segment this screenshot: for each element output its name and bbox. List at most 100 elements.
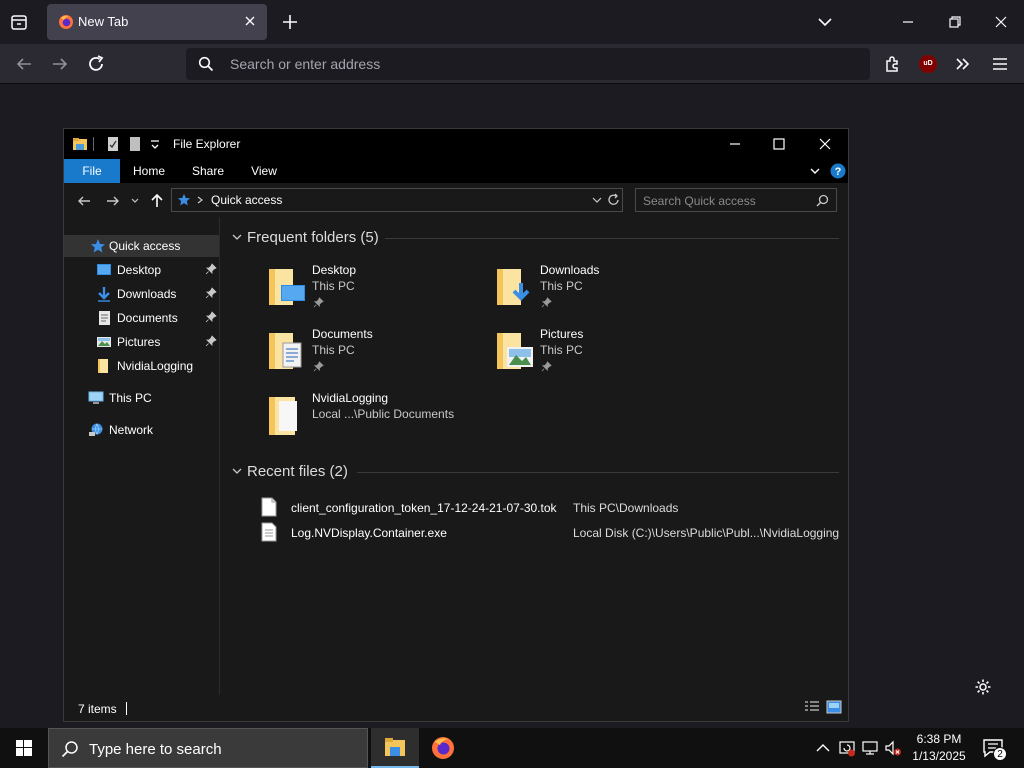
- address-bar-row: Quick access: [64, 183, 848, 217]
- file-explorer-window: File Explorer File Home Share View ? Qui…: [63, 128, 849, 722]
- forward-icon[interactable]: [106, 194, 120, 208]
- nav-item-quick-access[interactable]: Quick access: [64, 235, 219, 257]
- breadcrumb-chevron-icon[interactable]: [196, 196, 204, 204]
- documents-folder-icon: [269, 333, 302, 369]
- folder-tile-desktop[interactable]: Desktop This PC: [267, 263, 487, 319]
- folder-tile-pictures[interactable]: Pictures This PC: [495, 327, 715, 383]
- chevron-down-icon[interactable]: [816, 14, 834, 30]
- new-folder-icon[interactable]: [127, 136, 143, 152]
- clock-time: 6:38 PM: [916, 732, 962, 746]
- windows-start-icon[interactable]: [0, 728, 48, 768]
- search-box[interactable]: [635, 188, 837, 212]
- taskbar-file-explorer[interactable]: [371, 728, 419, 768]
- address-dropdown-icon[interactable]: [592, 195, 602, 205]
- tab-overview-icon[interactable]: [10, 13, 28, 31]
- url-input[interactable]: [230, 54, 830, 74]
- ublock-origin-icon[interactable]: uD: [919, 55, 937, 73]
- reload-icon[interactable]: [84, 52, 108, 76]
- up-arrow-icon[interactable]: [150, 194, 164, 208]
- chevron-up-icon[interactable]: [814, 739, 832, 757]
- forward-icon[interactable]: [48, 52, 72, 76]
- folder-icon: [98, 359, 108, 373]
- customize-toolbar-icon[interactable]: [147, 136, 163, 152]
- recent-locations-icon[interactable]: [130, 194, 140, 208]
- frequent-folders-header[interactable]: Frequent folders (5): [231, 229, 379, 246]
- pin-icon[interactable]: [205, 335, 217, 347]
- nav-item-this-pc[interactable]: This PC: [64, 387, 219, 409]
- star-icon: [178, 194, 190, 206]
- folder-tile-downloads[interactable]: Downloads This PC: [495, 263, 715, 319]
- pin-icon[interactable]: [205, 311, 217, 323]
- recent-file-row[interactable]: Log.NVDisplay.Container.exe Local Disk (…: [257, 522, 847, 544]
- firefox-icon: [59, 15, 73, 29]
- nav-label: Quick access: [109, 239, 181, 253]
- nav-item-pictures[interactable]: Pictures: [64, 331, 219, 353]
- download-arrow-icon: [98, 287, 110, 302]
- taskbar: Type here to search 6:38 PM 1/13/2025 2: [0, 728, 1024, 768]
- properties-icon[interactable]: [105, 136, 121, 152]
- back-icon[interactable]: [77, 194, 91, 208]
- tab-new-tab[interactable]: New Tab: [47, 4, 267, 40]
- nav-item-network[interactable]: Network: [64, 419, 219, 441]
- firefox-icon: [432, 737, 454, 759]
- restore-icon[interactable]: [945, 12, 965, 32]
- pin-icon[interactable]: [205, 263, 217, 275]
- refresh-icon[interactable]: [607, 193, 620, 207]
- nav-item-documents[interactable]: Documents: [64, 307, 219, 329]
- nav-item-downloads[interactable]: Downloads: [64, 283, 219, 305]
- tab-title: New Tab: [78, 14, 129, 29]
- tab-view[interactable]: View: [240, 159, 288, 183]
- group-title: Recent files (2): [247, 463, 348, 480]
- browser-tab-bar: New Tab: [0, 0, 1024, 44]
- overflow-menu-icon[interactable]: [951, 52, 975, 76]
- large-icons-view-icon[interactable]: [826, 700, 842, 714]
- folder-tile-nvidialogging[interactable]: NvidiaLogging Local ...\Public Documents: [267, 391, 527, 447]
- hamburger-menu-icon[interactable]: [988, 52, 1012, 76]
- search-icon[interactable]: [816, 194, 829, 207]
- nav-label: This PC: [109, 391, 152, 405]
- volume-muted-icon[interactable]: [884, 739, 902, 757]
- tab-file[interactable]: File: [64, 159, 120, 183]
- pin-icon[interactable]: [205, 287, 217, 299]
- file-path: Local Disk (C:)\Users\Public\Publ...\Nvi…: [573, 526, 840, 540]
- folder-name: Documents: [312, 327, 373, 341]
- folder-tile-documents[interactable]: Documents This PC: [267, 327, 487, 383]
- pictures-icon: [97, 337, 111, 347]
- close-tab-icon[interactable]: [243, 14, 257, 28]
- update-icon[interactable]: [838, 739, 856, 757]
- close-window-icon[interactable]: [817, 136, 833, 152]
- new-tab-icon[interactable]: [280, 12, 300, 32]
- minimize-icon[interactable]: [727, 136, 743, 152]
- extensions-icon[interactable]: [881, 52, 905, 76]
- recent-files-header[interactable]: Recent files (2): [231, 463, 348, 480]
- item-count: 7 items: [78, 702, 117, 716]
- documents-icon: [99, 311, 110, 325]
- desktop-folder-icon: [269, 269, 305, 305]
- system-clock[interactable]: 6:38 PM 1/13/2025: [906, 731, 972, 765]
- network-status-icon[interactable]: [861, 739, 879, 757]
- nav-item-desktop[interactable]: Desktop: [64, 259, 219, 281]
- navigation-pane: Quick access Desktop Downloads Documents…: [64, 217, 220, 695]
- close-window-icon[interactable]: [991, 12, 1011, 32]
- expand-ribbon-icon[interactable]: [809, 165, 821, 177]
- file-explorer-icon: [385, 738, 405, 756]
- details-view-icon[interactable]: [804, 700, 820, 714]
- search-input[interactable]: [643, 193, 813, 209]
- recent-file-row[interactable]: client_configuration_token_17-12-24-21-0…: [257, 497, 847, 519]
- taskbar-firefox[interactable]: [419, 728, 467, 768]
- minimize-icon[interactable]: [898, 12, 918, 32]
- tab-share[interactable]: Share: [182, 159, 234, 183]
- nav-item-nvidialogging[interactable]: NvidiaLogging: [64, 355, 219, 377]
- help-icon[interactable]: ?: [830, 163, 846, 179]
- pin-icon: [541, 297, 552, 308]
- breadcrumb-location[interactable]: Quick access: [211, 193, 282, 207]
- url-bar[interactable]: [186, 48, 870, 80]
- taskbar-search-box[interactable]: Type here to search: [48, 728, 368, 768]
- tab-home[interactable]: Home: [124, 159, 174, 183]
- gear-icon[interactable]: [974, 678, 992, 696]
- notification-count-badge: 2: [993, 747, 1007, 761]
- maximize-icon[interactable]: [771, 136, 787, 152]
- address-bar[interactable]: Quick access: [171, 188, 623, 212]
- folder-location: This PC: [540, 343, 583, 357]
- back-icon[interactable]: [12, 52, 36, 76]
